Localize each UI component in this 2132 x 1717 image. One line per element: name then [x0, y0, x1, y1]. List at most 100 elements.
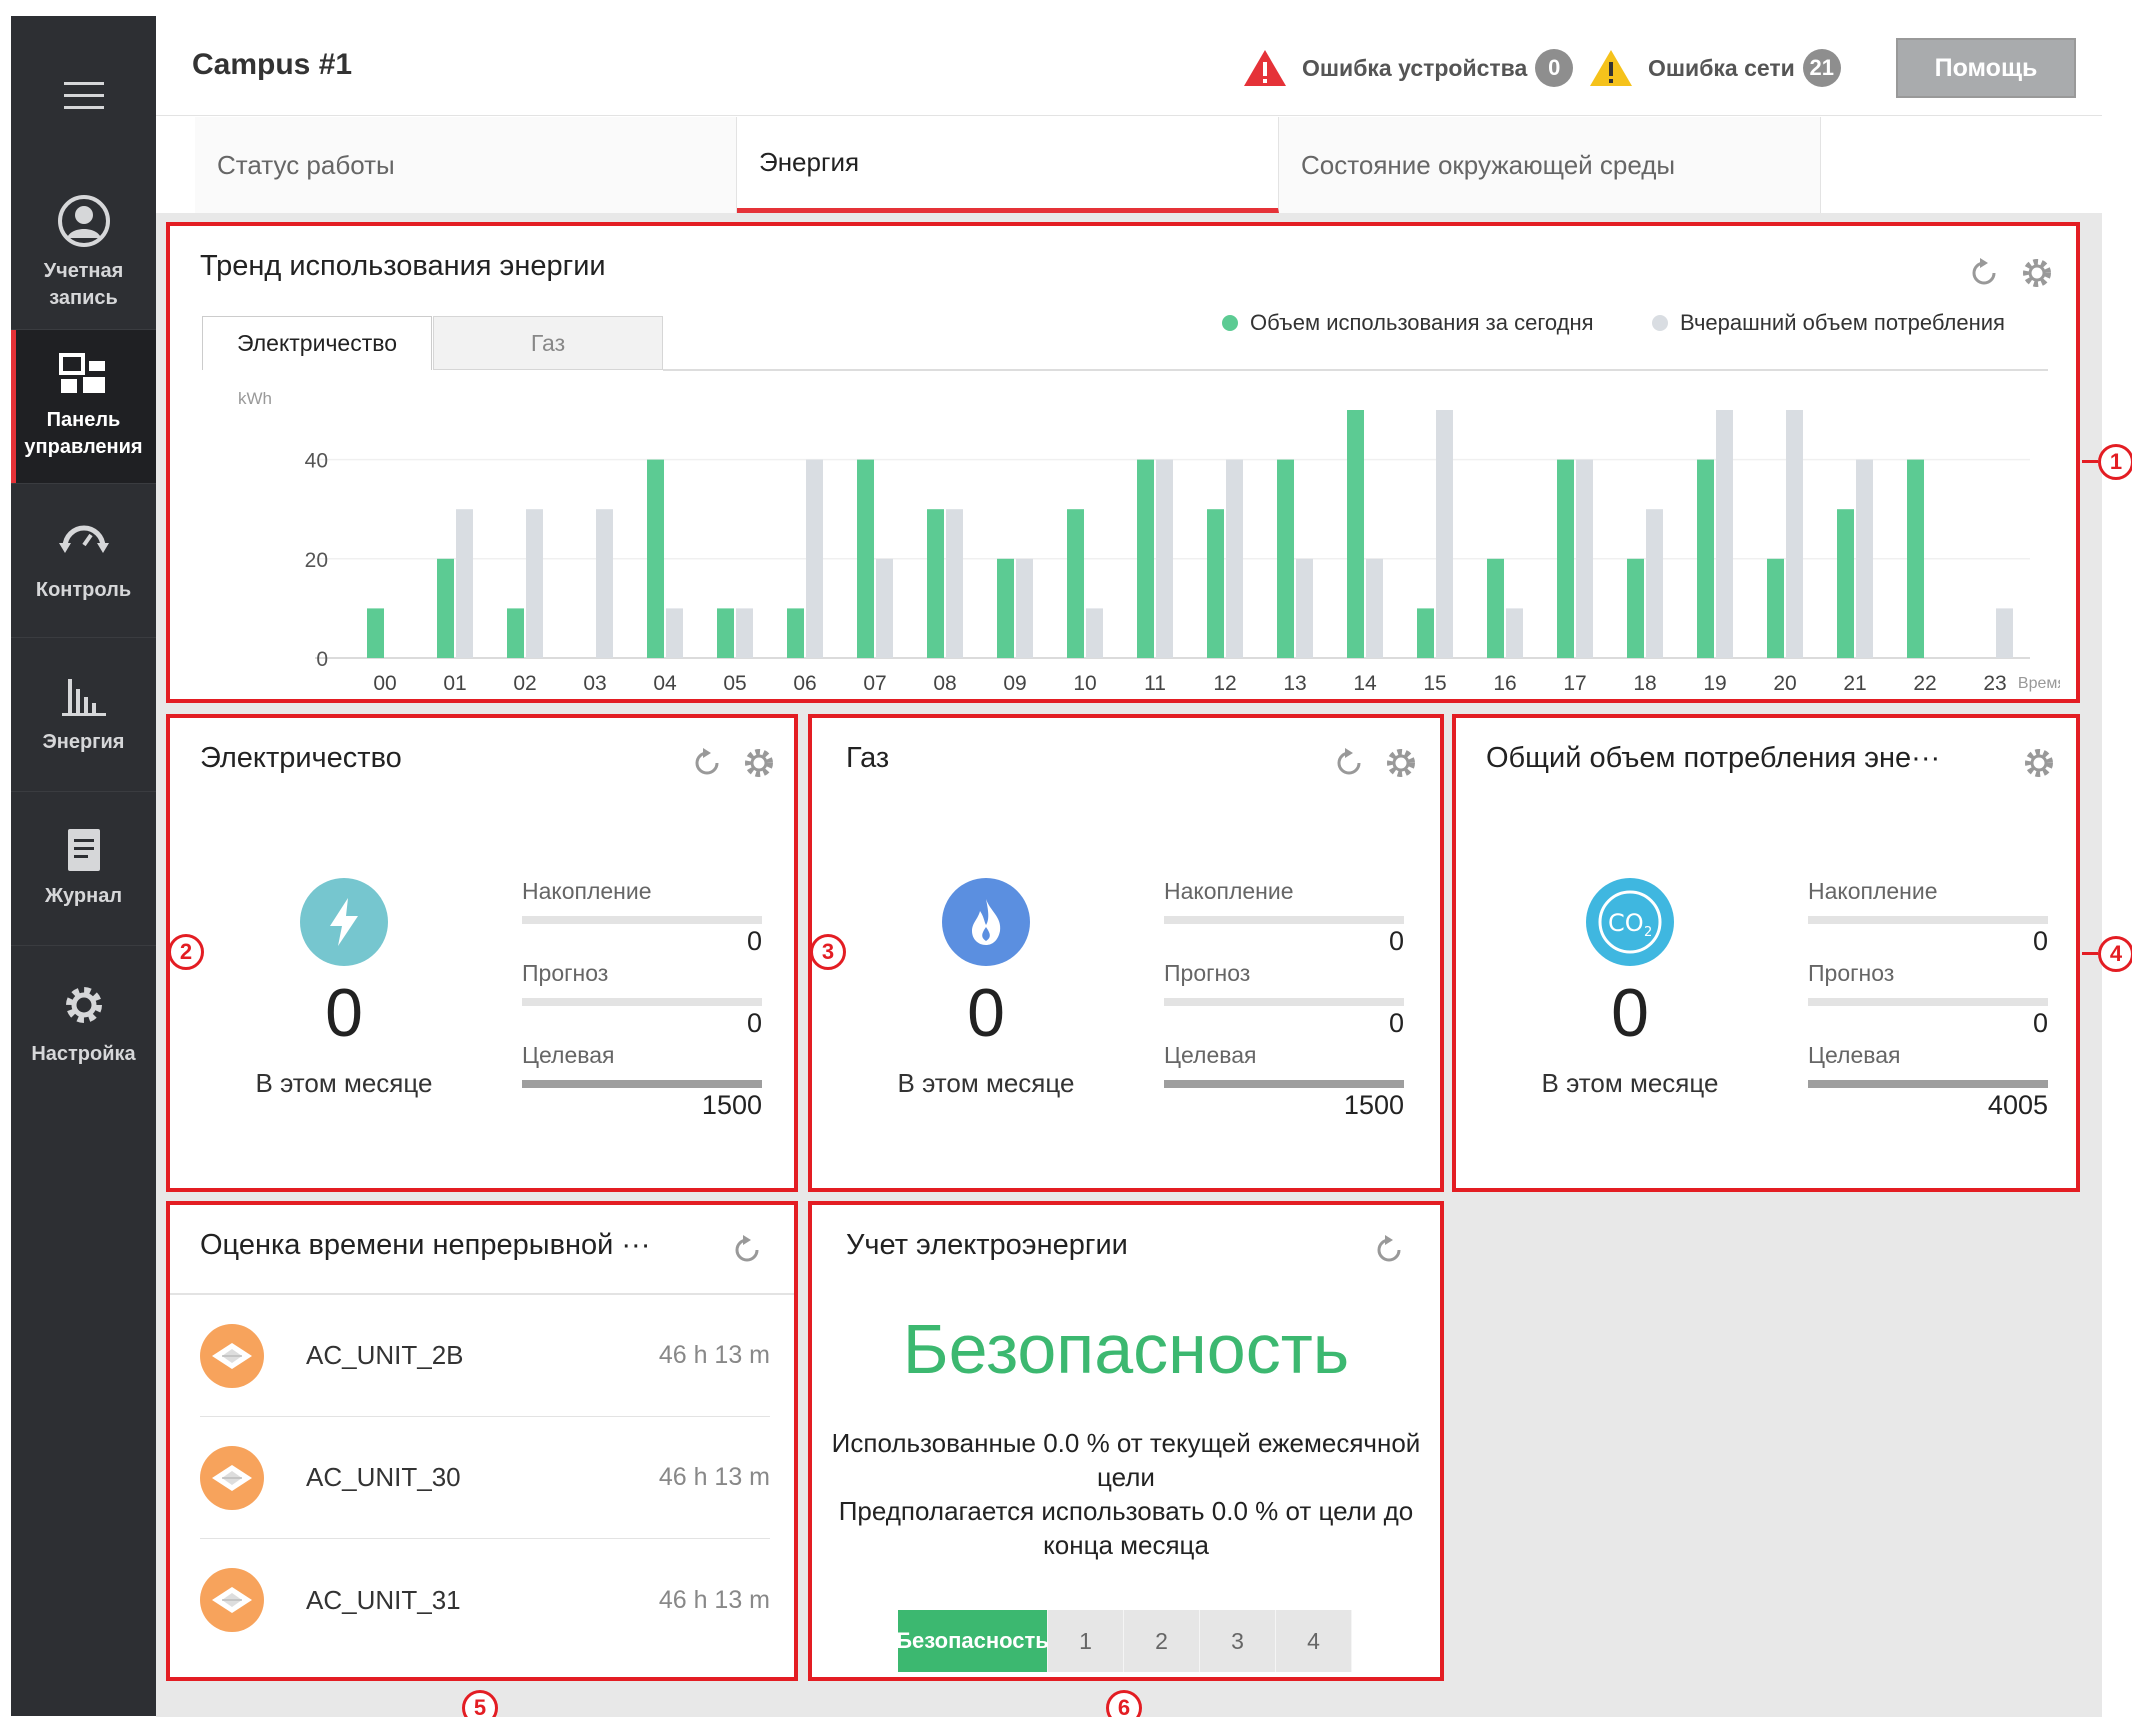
runtime-title: Оценка времени непрерывной ···: [200, 1229, 651, 1261]
target-label: Целевая: [522, 1042, 615, 1068]
sidebar-item-log[interactable]: Журнал: [11, 792, 156, 946]
network-error-count: 21: [1802, 49, 1841, 87]
meter-line-2: цели: [1097, 1462, 1155, 1492]
bar-yesterday: [456, 509, 473, 658]
unit-time: 46 h 13 m: [658, 1585, 770, 1614]
dashboard-icon: [58, 352, 105, 393]
list-item[interactable]: AC_UNIT_30 46 h 13 m: [200, 1417, 770, 1539]
target-value: 4005: [1987, 1090, 2048, 1120]
refresh-icon[interactable]: [1372, 1233, 1406, 1267]
bar-today: [1767, 558, 1784, 658]
annotation-marker-4: 4: [2098, 936, 2132, 972]
refresh-icon[interactable]: [690, 746, 724, 780]
target-label: Целевая: [1164, 1042, 1257, 1068]
device-error-count: 0: [1535, 49, 1574, 87]
accum-label: Накопление: [1164, 878, 1294, 904]
sidebar-item-control[interactable]: Контроль: [11, 484, 156, 638]
x-tick-label: 17: [1563, 672, 1586, 695]
y-tick-label: 20: [305, 549, 328, 572]
x-tick-label: 04: [653, 672, 677, 695]
bar-today: [1137, 459, 1154, 658]
sidebar-item-label: Панель управления: [24, 408, 143, 458]
bar-today: [437, 558, 454, 658]
gas-month-label: В этом месяце: [897, 1068, 1075, 1098]
bar-today: [1907, 459, 1924, 658]
bar-yesterday: [1086, 608, 1103, 658]
legend-yesterday-label: Вчерашний объем потребления: [1680, 310, 2005, 335]
bar-yesterday: [1646, 509, 1663, 658]
bar-yesterday: [596, 509, 613, 658]
gas-value: 0: [967, 975, 1005, 1051]
level-step-3: 3: [1200, 1610, 1276, 1672]
bar-yesterday: [1786, 410, 1803, 658]
bar-today: [997, 558, 1014, 658]
sidebar-item-settings[interactable]: Настройка: [11, 946, 156, 1100]
bar-yesterday: [1996, 608, 2013, 658]
bar-yesterday: [1366, 558, 1383, 658]
x-tick-label: 09: [1003, 672, 1026, 695]
tab-operation-status[interactable]: Статус работы: [195, 117, 737, 213]
x-tick-label: 08: [933, 672, 956, 695]
sidebar-item-energy[interactable]: Энергия: [11, 638, 156, 792]
x-tick-label: 10: [1073, 672, 1096, 695]
bar-yesterday: [1016, 558, 1033, 658]
chart-tab-gas[interactable]: Газ: [433, 316, 663, 370]
x-axis-label: Время: [2018, 675, 2060, 692]
bar-today: [857, 459, 874, 658]
settings-gear-icon[interactable]: [2020, 256, 2054, 290]
device-error-alert[interactable]: Ошибка устройства 0: [1242, 48, 1574, 88]
meter-line-1: Использованные 0.0 % от текущей ежемесяч…: [831, 1428, 1421, 1458]
legend-today-label: Объем использования за сегодня: [1250, 310, 1594, 335]
refresh-icon[interactable]: [1332, 746, 1366, 780]
forecast-bar: [1808, 998, 2048, 1006]
settings-gear-icon[interactable]: [2022, 746, 2056, 780]
bar-yesterday: [1156, 459, 1173, 658]
forecast-label: Прогноз: [522, 960, 609, 986]
bar-today: [507, 608, 524, 658]
list-item[interactable]: AC_UNIT_31 46 h 13 m: [200, 1539, 770, 1661]
level-step-1: 1: [1048, 1610, 1124, 1672]
sidebar-item-account[interactable]: Учетная запись: [11, 176, 156, 330]
bar-today: [927, 509, 944, 658]
refresh-icon[interactable]: [730, 1233, 764, 1267]
chart-tab-electricity[interactable]: Электричество: [202, 316, 432, 370]
tab-environment[interactable]: Состояние окружающей среды: [1279, 117, 1821, 213]
tab-energy[interactable]: Энергия: [737, 117, 1279, 213]
meter-line-4: конца месяца: [1043, 1530, 1209, 1560]
settings-gear-icon[interactable]: [1384, 746, 1418, 780]
accum-bar: [1164, 916, 1404, 924]
bar-yesterday: [526, 509, 543, 658]
sidebar-item-dashboard[interactable]: Панель управления: [11, 330, 156, 484]
forecast-bar: [522, 998, 762, 1006]
top-bar: Campus #1 Ошибка устройства 0 Ошибка сет…: [156, 16, 2102, 116]
electricity-month-label: В этом месяце: [255, 1068, 433, 1098]
list-item[interactable]: AC_UNIT_2B 46 h 13 m: [200, 1295, 770, 1417]
gas-panel: Газ 0 В этом месяце Накопление 0 Прогноз…: [808, 714, 1444, 1192]
page-title: Campus #1: [192, 48, 353, 81]
electricity-value: 0: [325, 975, 363, 1051]
x-tick-label: 03: [583, 672, 606, 695]
target-label: Целевая: [1808, 1042, 1901, 1068]
network-error-alert[interactable]: Ошибка сети 21: [1588, 48, 1841, 88]
bar-yesterday: [1576, 459, 1593, 658]
settings-gear-icon[interactable]: [742, 746, 776, 780]
sidebar-item-label: Журнал: [44, 885, 123, 907]
refresh-icon[interactable]: [1967, 256, 2001, 290]
electricity-panel: Электричество 0 В этом месяце Накопление…: [166, 714, 798, 1192]
log-icon: [67, 829, 100, 871]
bar-yesterday: [946, 509, 963, 658]
bar-today: [1557, 459, 1574, 658]
target-value: 1500: [701, 1090, 762, 1120]
help-button[interactable]: Помощь: [1896, 38, 2076, 98]
sidebar-item-label: Энергия: [42, 731, 125, 753]
meter-status: Безопасность: [902, 1310, 1350, 1388]
electricity-metering-panel: Учет электроэнергии Безопасность Использ…: [808, 1201, 1444, 1681]
accum-value: 0: [746, 926, 762, 956]
x-tick-label: 12: [1213, 672, 1236, 695]
annotation-marker-1: 1: [2098, 444, 2132, 480]
menu-button[interactable]: [11, 16, 156, 176]
legend-dot-today: [1222, 315, 1238, 331]
flame-icon: [942, 878, 1030, 966]
x-tick-label: 07: [863, 672, 886, 695]
accum-value: 0: [1388, 926, 1404, 956]
